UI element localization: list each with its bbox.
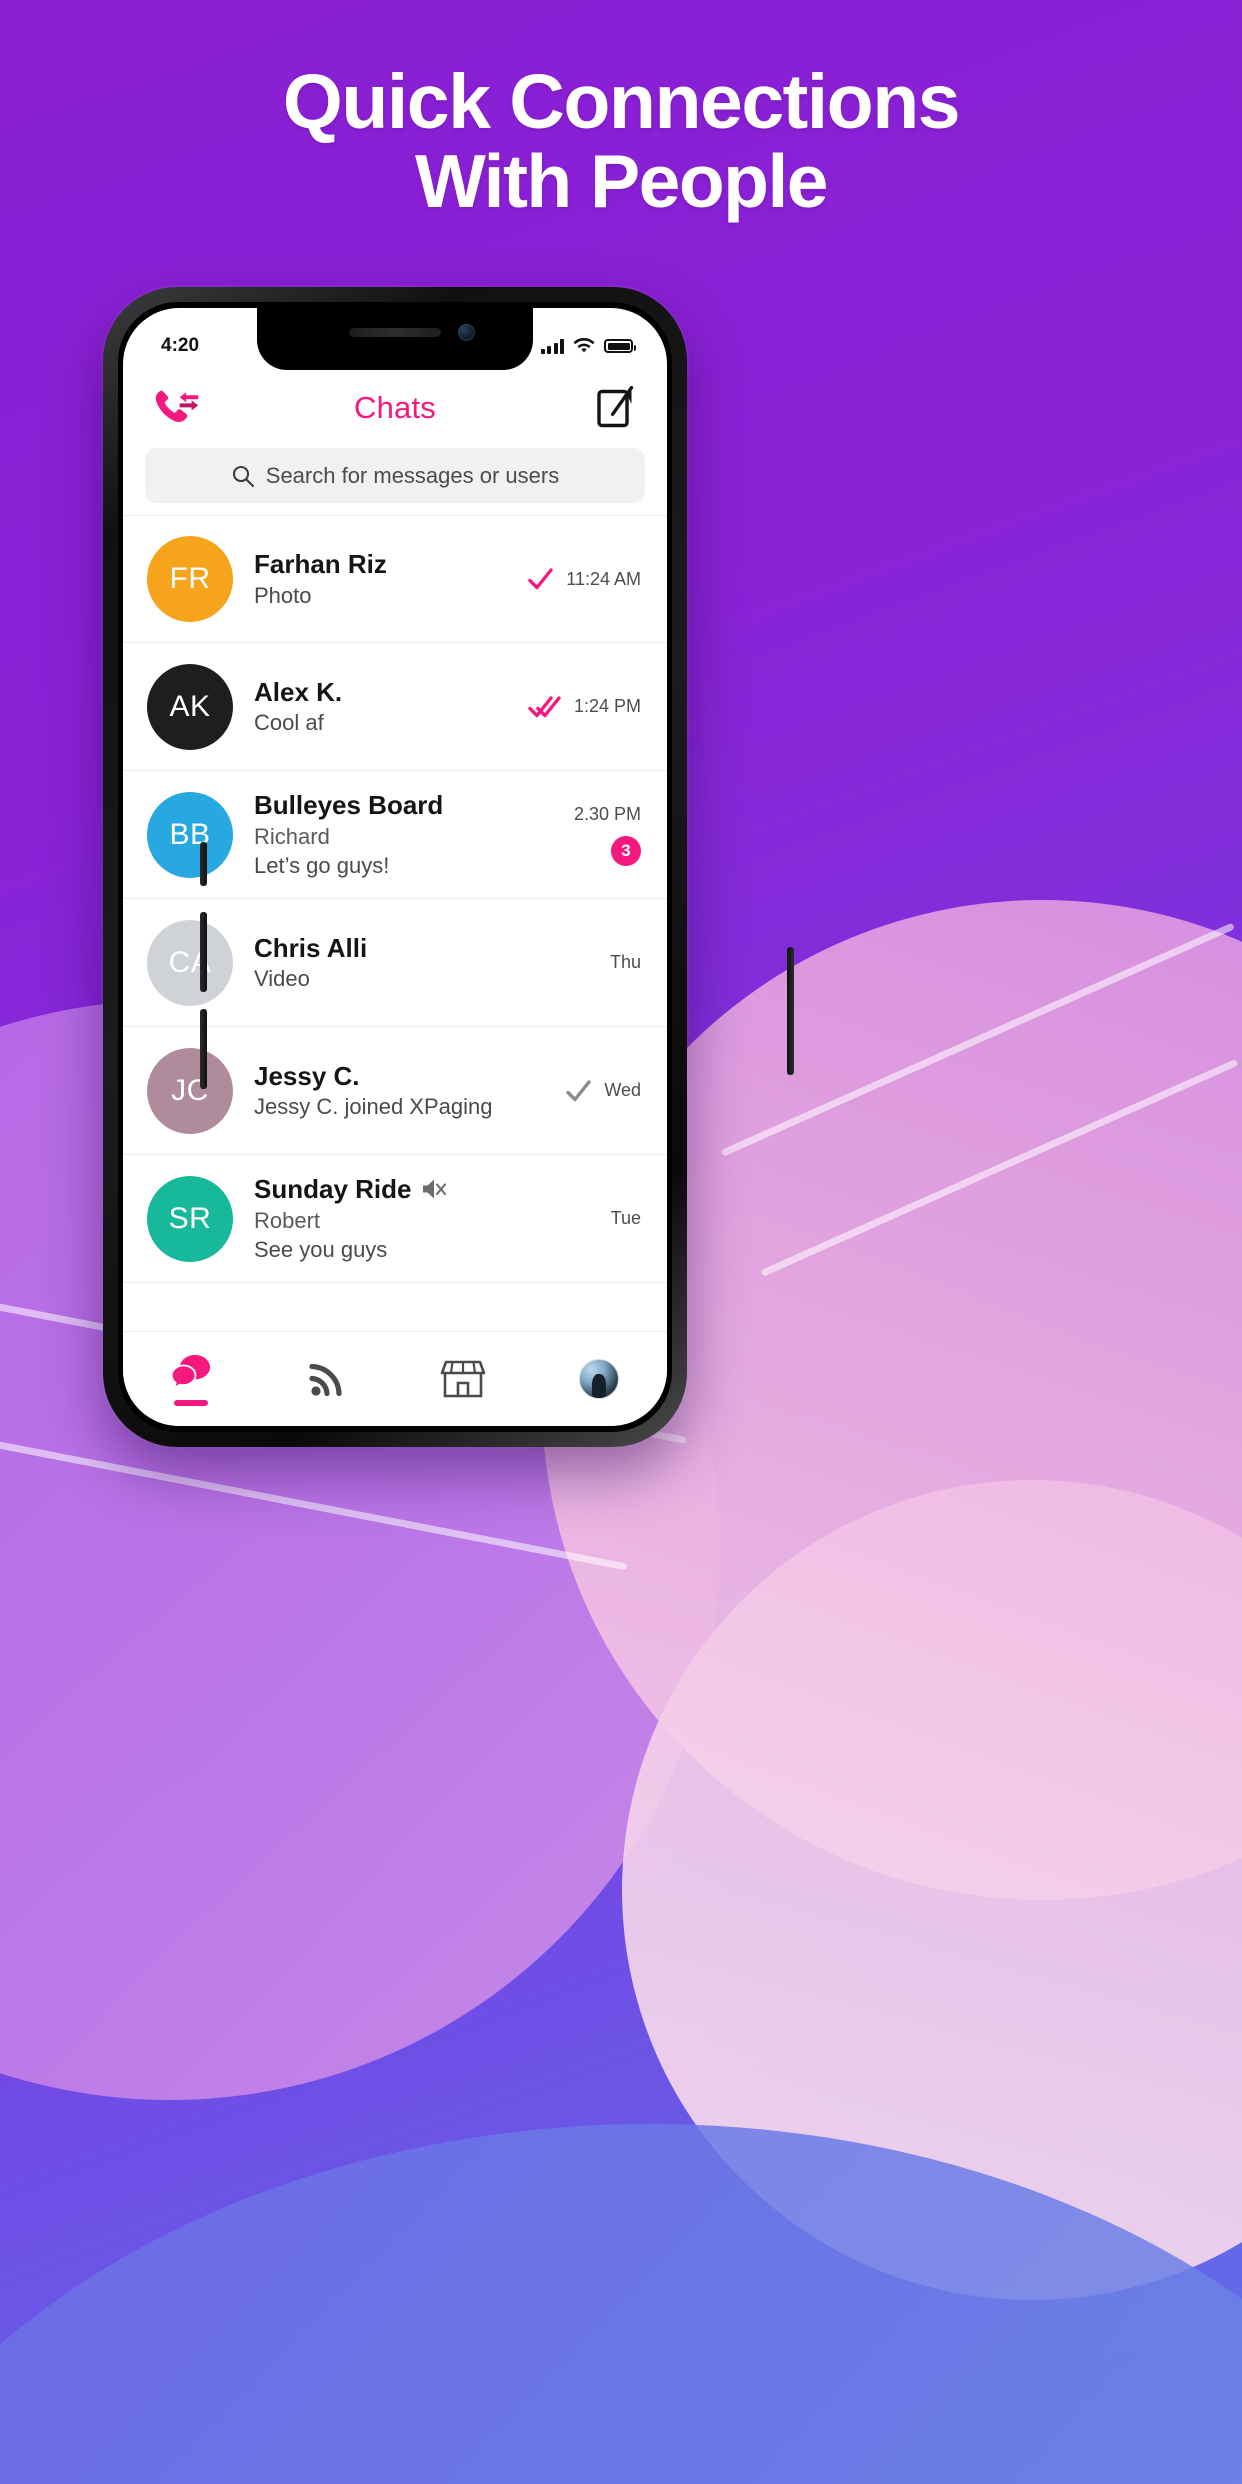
front-camera-icon [458, 324, 475, 341]
phone-mockup: 4:20 Chats Search for messages or users … [103, 287, 794, 1447]
status-bar-time: 4:20 [161, 335, 200, 356]
chat-item-name-text: Alex K. [254, 676, 343, 707]
single-check-icon [566, 1079, 592, 1101]
chat-item-timestamp: Wed [604, 1080, 641, 1100]
chat-bubbles-icon [170, 1354, 210, 1389]
chat-item-sender: Richard [254, 823, 330, 849]
bottom-tab-bar [123, 1331, 667, 1426]
chat-item-meta-top: 2.30 PM [574, 804, 641, 825]
cellular-bars-icon [540, 338, 564, 354]
tab-broadcast[interactable] [259, 1332, 395, 1426]
chat-item-timestamp: 11:24 AM [566, 568, 641, 589]
chat-item-body: Jessy C. Jessy C. joined XPaging [254, 1060, 500, 1122]
hero-headline-line1: Quick Connections [282, 59, 961, 145]
chat-item-meta: 1:24 PM [521, 695, 641, 719]
chat-item-timestamp: 1:24 PM [573, 696, 641, 716]
earpiece-speaker-icon [349, 328, 441, 337]
broadcast-icon [309, 1363, 342, 1397]
avatar: AK [147, 663, 233, 750]
chat-item-preview: Photo [254, 582, 312, 608]
chat-item-name-text: Chris Alli [254, 932, 368, 963]
app-navbar: Chats [123, 370, 667, 446]
wifi-icon [573, 338, 595, 353]
chat-item-meta-top: 11:24 AM [528, 567, 641, 591]
chat-list-item[interactable]: SR Sunday Ride Robert See you guys Tue [123, 1155, 667, 1283]
chat-item-body: Alex K. Cool af [254, 676, 500, 738]
chat-item-meta: 2.30 PM 3 [521, 804, 641, 866]
compose-icon[interactable] [595, 386, 637, 430]
chat-item-meta: Wed [521, 1079, 641, 1103]
chat-item-name: Sunday Ride [254, 1173, 500, 1206]
chat-item-preview: Jessy C. joined XPaging [254, 1094, 493, 1120]
phone-power-button [787, 947, 794, 1075]
chat-item-meta: 11:24 AM [521, 567, 641, 591]
chat-item-name: Chris Alli [254, 932, 500, 965]
tab-profile[interactable] [531, 1332, 667, 1426]
chat-item-body: Sunday Ride Robert See you guys [254, 1173, 500, 1264]
chat-list-item[interactable]: AK Alex K. Cool af 1:24 PM [123, 643, 667, 771]
chat-item-name-text: Bulleyes Board [254, 790, 444, 821]
chat-item-name: Farhan Riz [254, 548, 500, 581]
chat-list-item[interactable]: FR Farhan Riz Photo 11:24 AM [123, 515, 667, 643]
double-check-icon [528, 695, 561, 717]
hero-headline-line2: With People [414, 139, 829, 224]
chat-item-sender: Robert [254, 1207, 321, 1233]
chat-item-meta: Thu [521, 952, 641, 973]
chat-item-body: Bulleyes Board Richard Let’s go guys! [254, 789, 500, 880]
single-check-icon [528, 568, 553, 590]
phone-volume-down-button [200, 1009, 207, 1089]
chat-item-timestamp: 2.30 PM [573, 803, 641, 824]
battery-full-icon [604, 339, 636, 353]
chat-item-name: Jessy C. [254, 1060, 500, 1093]
profile-avatar-icon [579, 1359, 619, 1399]
chat-item-timestamp: Tue [610, 1208, 641, 1228]
search-placeholder: Search for messages or users [265, 462, 560, 488]
search-icon [232, 465, 254, 487]
storefront-icon [440, 1360, 486, 1398]
avatar: FR [147, 536, 233, 622]
chat-item-name: Alex K. [254, 676, 500, 709]
chat-item-body: Farhan Riz Photo [254, 548, 500, 610]
avatar: BB [147, 791, 233, 878]
chat-item-meta-top: Tue [611, 1208, 641, 1229]
chat-item-timestamp: Thu [609, 952, 641, 972]
phone-volume-up-button [200, 912, 207, 992]
avatar: JC [147, 1047, 233, 1134]
search-input[interactable]: Search for messages or users [145, 448, 645, 503]
chat-item-meta-top: 1:24 PM [528, 695, 641, 719]
search-bar-container: Search for messages or users [123, 448, 667, 503]
chat-item-name-text: Sunday Ride [254, 1174, 412, 1205]
phone-notch [257, 308, 533, 370]
status-bar-indicators [540, 338, 636, 354]
page-title: Chats [354, 390, 436, 425]
chat-item-meta-top: Thu [610, 952, 641, 973]
tab-active-indicator [174, 1399, 208, 1406]
chat-item-meta: Tue [521, 1208, 641, 1229]
chat-item-preview: Video [254, 966, 310, 992]
chat-item-preview: Cool af [254, 710, 324, 736]
call-transfer-icon[interactable] [153, 387, 201, 429]
chat-item-name-text: Farhan Riz [254, 549, 387, 580]
chat-item-name-text: Jessy C. [254, 1060, 360, 1091]
chat-item-meta-top: Wed [566, 1079, 641, 1103]
chat-item-body: Chris Alli Video [254, 932, 500, 994]
tab-chats[interactable] [123, 1332, 259, 1426]
avatar: CA [147, 919, 233, 1006]
chat-item-name: Bulleyes Board [254, 789, 500, 822]
tab-store[interactable] [395, 1332, 531, 1426]
unread-badge: 3 [611, 835, 641, 866]
chat-item-preview: Let’s go guys! [254, 852, 390, 878]
mute-icon [423, 1179, 447, 1199]
avatar: SR [147, 1175, 233, 1262]
chat-item-preview: See you guys [254, 1236, 388, 1262]
phone-mute-switch [200, 842, 207, 886]
hero-headline: Quick Connections With People [0, 62, 1242, 220]
